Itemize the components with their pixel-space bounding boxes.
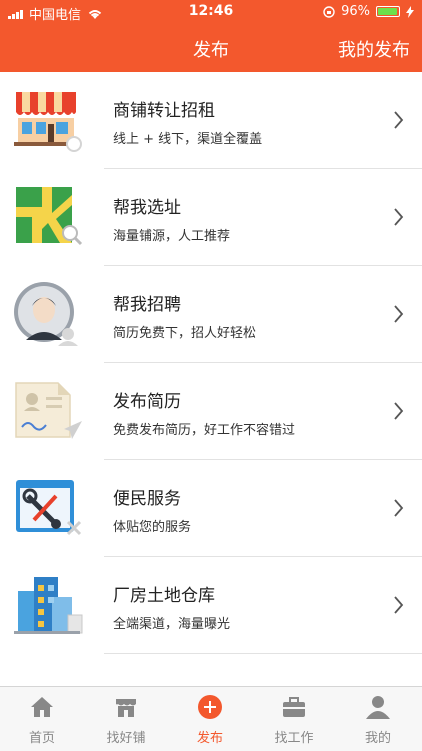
item-title: 发布简历: [113, 392, 181, 412]
item-subtitle: 全端渠道，海量曝光: [113, 617, 231, 632]
storefront-icon: [14, 92, 82, 152]
tab-label: 我的: [364, 731, 391, 746]
status-bar: 中国电信 12:46 96%: [0, 0, 422, 24]
item-subtitle: 海量铺源，人工推荐: [113, 229, 231, 244]
tab-label: 首页: [28, 731, 55, 746]
orientation-lock-icon: [323, 5, 335, 18]
chevron-right-icon: [394, 596, 404, 614]
list-item-post-resume[interactable]: 发布简历 免费发布简历，好工作不容错过: [0, 363, 422, 460]
tab-label: 发布: [196, 731, 223, 746]
list-item-services[interactable]: 便民服务 体贴您的服务: [0, 460, 422, 557]
publish-options-list: 商铺转让招租 线上 + 线下，渠道全覆盖 帮我选址 海量铺源，人工推荐 帮我招聘…: [0, 72, 422, 654]
user-icon: [366, 696, 390, 719]
building-icon: [14, 577, 83, 634]
tab-label: 找好铺: [106, 731, 146, 746]
shop-icon: [116, 699, 136, 717]
map-search-icon: [16, 187, 83, 246]
item-subtitle: 线上 + 线下，渠道全覆盖: [113, 132, 263, 147]
battery-icon: [376, 6, 400, 17]
item-title: 厂房土地仓库: [113, 586, 215, 606]
briefcase-icon: [283, 697, 305, 717]
recruit-person-icon: [14, 282, 78, 346]
chevron-right-icon: [394, 208, 404, 226]
tools-icon: [16, 480, 82, 536]
header-bar: 中国电信 12:46 96% 发布 我的发布: [0, 0, 422, 72]
tab-mine[interactable]: 我的: [336, 687, 420, 751]
my-posts-button[interactable]: 我的发布: [338, 36, 410, 62]
chevron-right-icon: [394, 111, 404, 129]
item-subtitle: 简历免费下，招人好轻松: [113, 326, 257, 341]
chevron-right-icon: [394, 305, 404, 323]
list-item-recruit[interactable]: 帮我招聘 简历免费下，招人好轻松: [0, 266, 422, 363]
list-item-shop-transfer[interactable]: 商铺转让招租 线上 + 线下，渠道全覆盖: [0, 72, 422, 169]
item-title: 商铺转让招租: [113, 101, 215, 121]
list-item-site-selection[interactable]: 帮我选址 海量铺源，人工推荐: [0, 169, 422, 266]
battery-percent: 96%: [341, 4, 370, 19]
tab-find-shop[interactable]: 找好铺: [84, 687, 168, 751]
item-title: 帮我招聘: [113, 295, 181, 315]
chevron-right-icon: [394, 499, 404, 517]
item-subtitle: 免费发布简历，好工作不容错过: [113, 423, 296, 438]
row-divider: [104, 653, 422, 654]
item-title: 帮我选址: [113, 198, 181, 218]
tab-find-job[interactable]: 找工作: [252, 687, 336, 751]
charging-bolt-icon: [406, 5, 414, 18]
bottom-tab-bar: 首页 找好铺 发布 找工作 我的: [0, 686, 422, 751]
add-circle-icon: [198, 695, 222, 719]
chevron-right-icon: [394, 402, 404, 420]
home-icon: [31, 697, 53, 717]
item-subtitle: 体贴您的服务: [113, 520, 192, 535]
tab-publish[interactable]: 发布: [168, 687, 252, 751]
tab-label: 找工作: [274, 731, 314, 746]
tab-home[interactable]: 首页: [0, 687, 84, 751]
item-title: 便民服务: [113, 489, 181, 509]
list-item-factory-land[interactable]: 厂房土地仓库 全端渠道，海量曝光: [0, 557, 422, 654]
resume-icon: [15, 382, 82, 439]
